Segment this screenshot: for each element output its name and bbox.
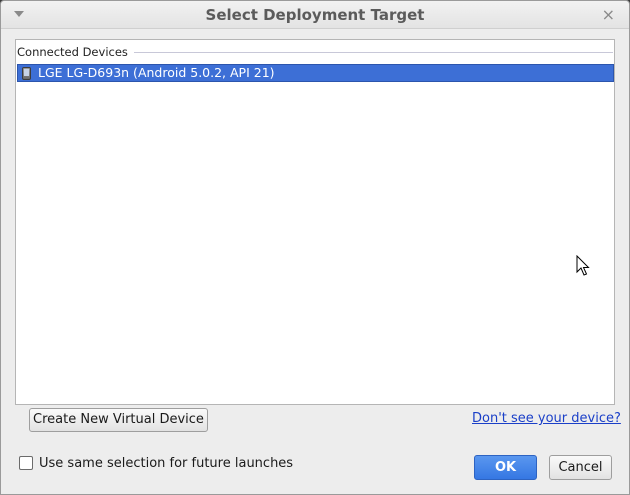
dialog-title: Select Deployment Target [205, 6, 425, 24]
reuse-selection-checkbox[interactable] [19, 456, 33, 470]
cancel-button[interactable]: Cancel [549, 455, 612, 480]
close-icon[interactable]: × [602, 5, 615, 25]
group-label: Connected Devices [17, 44, 134, 60]
help-link[interactable]: Don't see your device? [472, 411, 621, 427]
reuse-selection-label[interactable]: Use same selection for future launches [39, 456, 293, 472]
title-bar[interactable]: Select Deployment Target × [1, 1, 629, 29]
device-list[interactable]: Connected Devices LGE LG-D693n (Android … [15, 39, 615, 405]
device-label: LGE LG-D693n (Android 5.0.2, API 21) [38, 65, 275, 80]
mouse-pointer-icon [576, 255, 590, 276]
phone-icon [22, 67, 31, 80]
ok-button[interactable]: OK [474, 455, 537, 480]
device-group-header: Connected Devices [17, 44, 613, 60]
deployment-target-dialog: Select Deployment Target × Connected Dev… [0, 0, 630, 495]
create-virtual-device-button[interactable]: Create New Virtual Device [29, 408, 208, 432]
device-row[interactable]: LGE LG-D693n (Android 5.0.2, API 21) [17, 64, 614, 82]
